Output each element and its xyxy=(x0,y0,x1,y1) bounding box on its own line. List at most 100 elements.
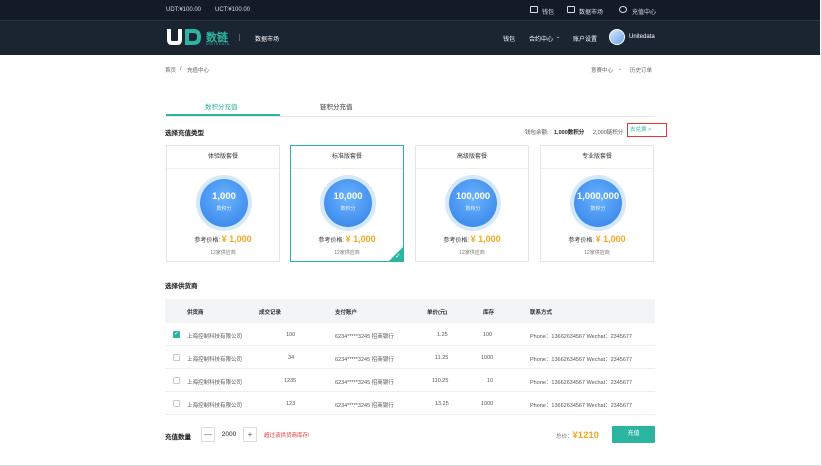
link-center[interactable]: 意赛中心 xyxy=(591,66,613,74)
pay-account: 6234*****3245 招商银行 xyxy=(335,357,394,363)
top-link-wallet[interactable]: 钱包 xyxy=(542,7,554,16)
tabs-baseline xyxy=(165,116,655,117)
package-price: 参考价格: ¥ 1,000 xyxy=(568,234,626,244)
coin-icon: 1,000 数积分 xyxy=(200,179,248,227)
coin-icon: 1,000,000 数积分 xyxy=(574,179,622,227)
market-icon xyxy=(567,6,575,13)
contact: Phone：13662634567 Wechat：2345677 xyxy=(530,380,633,386)
nav-contract-center[interactable]: 合约中心 xyxy=(529,34,553,43)
nav-data-market[interactable]: 数据市场 xyxy=(255,34,279,43)
table-row[interactable]: 上海控制科技有限公司 34 6234*****3245 招商银行 11.25 1… xyxy=(165,346,655,369)
link-order-history[interactable]: 历史订单 xyxy=(630,66,652,74)
package-amount: 1,000 xyxy=(212,191,236,202)
stock: 1000 xyxy=(481,401,494,407)
stock: 10 xyxy=(487,378,494,384)
brand-divider xyxy=(239,34,240,41)
package-card-pro[interactable]: 专业版套餐 1,000,000 数积分 参考价格: ¥ 1,000 12家供应商 xyxy=(540,145,654,262)
package-name: 高级版套餐 xyxy=(416,146,528,169)
row-checkbox[interactable] xyxy=(173,377,180,384)
stock: 100 xyxy=(483,332,493,338)
table-row[interactable]: 上海控制科技有限公司 100 6234*****3245 招商银行 1.25 1… xyxy=(165,323,655,346)
tab-points-recharge[interactable]: 数积分充值 xyxy=(205,101,238,111)
supplier-name: 上海控制科技有限公司 xyxy=(187,380,243,386)
coin-icon: 100,000 数积分 xyxy=(449,179,497,227)
unit-price: 11.25 xyxy=(435,355,449,361)
deal-count: 100 xyxy=(286,332,296,338)
package-price: 参考价格: ¥ 1,000 xyxy=(443,234,501,244)
unit-price: 13.25 xyxy=(435,401,449,407)
exchange-link[interactable]: 去兑换 > xyxy=(627,123,667,137)
contact: Phone：13662634567 Wechat：2345677 xyxy=(530,334,633,340)
package-unit: 数积分 xyxy=(590,206,606,212)
contact: Phone：13662634567 Wechat：2345677 xyxy=(530,357,633,363)
package-card-trial[interactable]: 体验版套餐 1,000 数积分 参考价格: ¥ 1,000 12家供应商 xyxy=(166,145,280,262)
breadcrumb-separator: / xyxy=(180,66,182,72)
package-card-standard[interactable]: 标准版套餐 10,000 数积分 参考价格: ¥ 1,000 12家供应商 ✓ xyxy=(290,145,404,262)
recharge-submit-button[interactable]: 充值 xyxy=(612,426,655,443)
package-price: 参考价格: ¥ 1,000 xyxy=(194,234,252,244)
table-row[interactable]: 上海控制科技有限公司 123 6234*****3245 招商银行 13.25 … xyxy=(165,392,655,415)
coin-icon: 10,000 数积分 xyxy=(324,179,372,227)
col-account: 支付账户 xyxy=(335,310,358,316)
unit-price: 1.25 xyxy=(437,332,448,338)
check-icon: ✓ xyxy=(395,253,401,260)
package-suppliers: 12家供应商 xyxy=(334,250,360,256)
unit-price: 110.25 xyxy=(432,378,449,384)
package-amount: 10,000 xyxy=(333,191,363,202)
user-name[interactable]: Unitedata xyxy=(629,34,655,40)
tab-chain-recharge[interactable]: 链积分充值 xyxy=(320,101,353,111)
col-supplier: 供货商 xyxy=(187,310,204,316)
top-link-recharge[interactable]: 充值中心 xyxy=(632,7,656,16)
deal-count: 34 xyxy=(288,355,295,361)
package-name: 标准版套餐 xyxy=(291,146,403,169)
package-card-advanced[interactable]: 高级版套餐 100,000 数积分 参考价格: ¥ 1,000 12家供应商 xyxy=(415,145,529,262)
avatar[interactable] xyxy=(609,29,625,45)
top-link-market[interactable]: 数据市场 xyxy=(579,7,603,16)
wallet-icon xyxy=(530,6,538,13)
row-checkbox[interactable] xyxy=(173,354,180,361)
col-price: 单价(元) xyxy=(427,310,448,316)
chevron-down-icon[interactable]: ⌄ xyxy=(556,34,560,40)
pay-account: 6234*****3245 招商银行 xyxy=(335,334,394,340)
active-tab-indicator xyxy=(166,114,280,116)
breadcrumb-home[interactable]: 首页 xyxy=(165,66,176,74)
package-amount: 100,000 xyxy=(455,191,491,202)
total-price: 总价：¥1210 xyxy=(556,430,599,441)
pay-account: 6234*****3245 招商银行 xyxy=(335,403,394,409)
quantity-input[interactable]: 2000 xyxy=(215,427,243,442)
stock-warning: 超过该供货商库存! xyxy=(264,433,310,439)
package-suppliers: 12家供应商 xyxy=(459,250,485,256)
top-navigation: UDT:¥100.00 UCT:¥100.00 钱包 数据市场 充值中心 数链 … xyxy=(0,0,820,55)
table-header: 供货商 成交记录 支付账户 单价(元) 库存 联系方式 xyxy=(165,299,655,323)
nav-wallet[interactable]: 钱包 xyxy=(503,34,515,43)
nav-account-settings[interactable]: 账户设置 xyxy=(573,34,597,43)
row-checkbox[interactable] xyxy=(173,400,180,407)
stock: 1000 xyxy=(481,355,494,361)
pay-account: 6234*****3245 招商银行 xyxy=(335,380,394,386)
quantity-label: 充值数量 xyxy=(165,434,191,441)
contact: Phone：13662634567 Wechat：2345677 xyxy=(530,403,633,409)
package-amount: 1,000,000 xyxy=(576,191,620,202)
package-price: 参考价格: ¥ 1,000 xyxy=(318,234,376,244)
deal-count: 1235 xyxy=(284,378,297,384)
quantity-increase-button[interactable]: + xyxy=(243,427,257,442)
package-suppliers: 12家供应商 xyxy=(210,250,236,256)
quantity-decrease-button[interactable]: — xyxy=(201,427,215,442)
package-name: 专业版套餐 xyxy=(541,146,653,169)
balance-strip xyxy=(0,0,820,20)
package-unit: 数积分 xyxy=(465,206,481,212)
chevron-down-icon[interactable]: ⌄ xyxy=(618,66,622,72)
brand-tagline: UNITEDATA xyxy=(206,42,230,46)
supplier-name: 上海控制科技有限公司 xyxy=(187,334,243,340)
balance-udt: UDT:¥100.00 xyxy=(166,7,202,13)
package-name: 体验版套餐 xyxy=(167,146,279,169)
col-deals: 成交记录 xyxy=(259,310,282,316)
col-stock: 库存 xyxy=(483,310,495,316)
brand-logo[interactable] xyxy=(166,28,202,46)
breadcrumb-current: 充值中心 xyxy=(187,68,210,74)
table-row[interactable]: 上海控制科技有限公司 1235 6234*****3245 招商银行 110.2… xyxy=(165,369,655,392)
wallet-chain-points: 2,000链积分 xyxy=(593,130,624,136)
supplier-name: 上海控制科技有限公司 xyxy=(187,357,243,363)
row-checkbox[interactable] xyxy=(173,330,180,338)
wallet-points: 1,000数积分 xyxy=(554,130,585,136)
